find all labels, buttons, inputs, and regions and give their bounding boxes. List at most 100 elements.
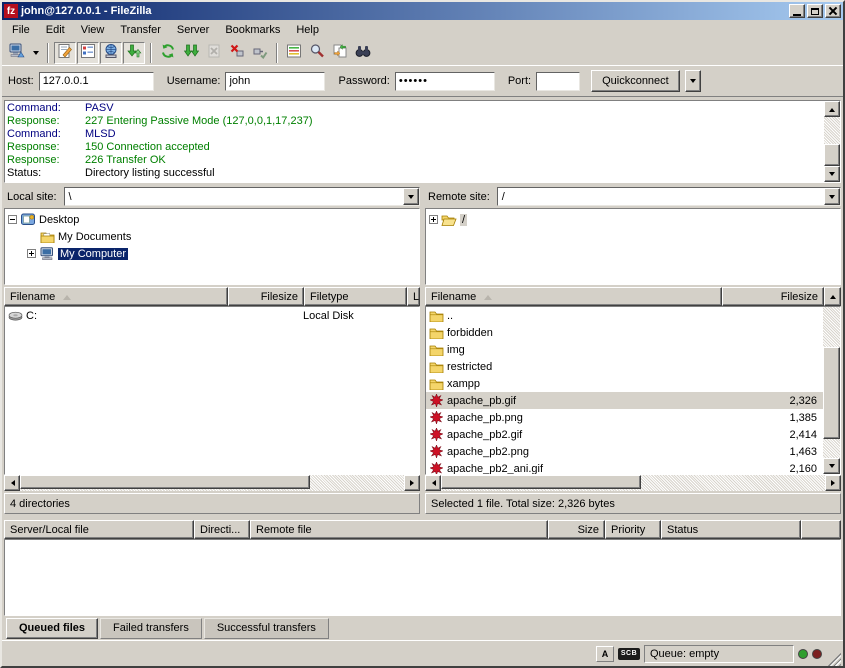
close-icon (829, 7, 837, 15)
menu-item-view[interactable]: View (73, 21, 113, 39)
scroll-down-button[interactable] (824, 166, 840, 182)
toggle-remote-tree-button[interactable] (100, 42, 122, 64)
column-header-remote-file[interactable]: Remote file (250, 520, 548, 539)
menu-item-file[interactable]: File (4, 21, 38, 39)
combo-dropdown-button[interactable] (403, 188, 419, 205)
local-site-combo[interactable]: \ (64, 187, 420, 206)
datatype-ascii-icon[interactable]: A (596, 646, 614, 662)
column-header-priority[interactable]: Priority (605, 520, 661, 539)
column-header-size[interactable]: Size (548, 520, 605, 539)
scroll-thumb[interactable] (20, 475, 310, 489)
scroll-down-button[interactable] (823, 458, 840, 474)
tab-successful-transfers[interactable]: Successful transfers (204, 618, 329, 639)
filter-button[interactable] (283, 42, 305, 64)
maximize-button[interactable] (807, 4, 823, 18)
remote-file-row[interactable]: .. (426, 307, 823, 324)
host-input[interactable] (39, 72, 154, 91)
toggle-message-log-button[interactable] (54, 42, 76, 64)
combo-dropdown-button[interactable] (824, 188, 840, 205)
tree-item-root[interactable]: / (429, 211, 840, 228)
password-input[interactable] (395, 72, 495, 91)
synchronized-browsing-button[interactable] (352, 42, 374, 64)
process-queue-icon (183, 43, 199, 62)
tree-item-desktop[interactable]: Desktop (8, 211, 419, 228)
log-vertical-scrollbar[interactable] (824, 101, 840, 182)
directory-comparison-button[interactable] (329, 42, 351, 64)
expand-icon[interactable] (429, 215, 438, 224)
tab-failed-transfers[interactable]: Failed transfers (100, 618, 202, 639)
reconnect-icon (252, 43, 268, 62)
search-button[interactable] (306, 42, 328, 64)
site-manager-button[interactable] (6, 42, 28, 64)
expand-icon[interactable] (27, 249, 36, 258)
column-header-filetype[interactable]: Filetype (304, 287, 407, 306)
column-header-filename[interactable]: Filename (425, 287, 722, 306)
port-label: Port: (508, 75, 531, 87)
reconnect-button[interactable] (249, 42, 271, 64)
tab-queued-files[interactable]: Queued files (6, 618, 98, 639)
log-line: Response:227 Entering Passive Mode (127,… (7, 115, 824, 128)
remote-file-row[interactable]: apache_pb2_ani.gif 2,160 (426, 460, 823, 474)
refresh-button[interactable] (157, 42, 179, 64)
scroll-right-button[interactable] (404, 475, 420, 491)
remote-file-row[interactable]: apache_pb2.png 1,463 (426, 443, 823, 460)
close-button[interactable] (825, 4, 841, 18)
scroll-left-button[interactable] (4, 475, 20, 491)
local-panel: Local site: \ Desktop My Documents (4, 186, 420, 514)
toggle-local-tree-button[interactable] (77, 42, 99, 64)
scroll-right-button[interactable] (825, 475, 841, 491)
column-header-status[interactable]: Status (661, 520, 801, 539)
menu-item-help[interactable]: Help (288, 21, 327, 39)
menu-item-transfer[interactable]: Transfer (112, 21, 169, 39)
remote-file-row-selected[interactable]: apache_pb.gif 2,326 (426, 392, 823, 409)
magnifier-icon (309, 43, 325, 62)
username-input[interactable] (225, 72, 325, 91)
queue-list[interactable] (4, 539, 841, 616)
column-header-lastmodified[interactable]: L (407, 287, 420, 306)
disconnect-button[interactable] (226, 42, 248, 64)
scroll-left-button[interactable] (425, 475, 441, 491)
remote-file-row[interactable]: forbidden (426, 324, 823, 341)
resize-grip[interactable] (826, 651, 841, 666)
minimize-button[interactable] (789, 4, 805, 18)
quickconnect-dropdown[interactable] (685, 70, 701, 92)
scroll-up-button[interactable] (824, 101, 840, 117)
menu-item-edit[interactable]: Edit (38, 21, 73, 39)
toolbar (2, 40, 843, 66)
port-input[interactable] (536, 72, 580, 91)
remote-file-row[interactable]: apache_pb2.gif 2,414 (426, 426, 823, 443)
local-file-row[interactable]: C: Local Disk (5, 307, 419, 324)
remote-file-row[interactable]: apache_pb.png 1,385 (426, 409, 823, 426)
scroll-thumb[interactable] (823, 347, 840, 439)
menu-item-server[interactable]: Server (169, 21, 217, 39)
local-site-value: \ (65, 191, 403, 203)
cancel-button[interactable] (203, 42, 225, 64)
image-file-icon (428, 411, 444, 424)
column-header-direction[interactable]: Directi... (194, 520, 250, 539)
column-header-server-local-file[interactable]: Server/Local file (4, 520, 194, 539)
title-bar[interactable]: fz john@127.0.0.1 - FileZilla (2, 2, 843, 20)
toggle-transfer-queue-button[interactable] (123, 42, 145, 64)
remote-site-combo[interactable]: / (497, 187, 841, 206)
remote-horizontal-scrollbar[interactable] (425, 475, 841, 491)
remote-file-row[interactable]: restricted (426, 358, 823, 375)
collapse-icon[interactable] (8, 215, 17, 224)
tree-item-my-computer[interactable]: My Computer (8, 245, 419, 262)
speedlimit-icon[interactable]: SCB (618, 648, 640, 660)
remote-file-row[interactable]: img (426, 341, 823, 358)
scroll-thumb[interactable] (824, 144, 840, 166)
remote-file-row[interactable]: xampp (426, 375, 823, 392)
column-header-filesize[interactable]: Filesize (722, 287, 824, 306)
process-queue-button[interactable] (180, 42, 202, 64)
tree-item-my-documents[interactable]: My Documents (8, 228, 419, 245)
remote-vertical-scrollbar[interactable] (823, 307, 840, 474)
site-manager-dropdown[interactable] (29, 42, 42, 64)
menu-item-bookmarks[interactable]: Bookmarks (217, 21, 288, 39)
local-horizontal-scrollbar[interactable] (4, 475, 420, 491)
scroll-thumb[interactable] (441, 475, 641, 489)
column-header-filename[interactable]: Filename (4, 287, 228, 306)
column-header-filesize[interactable]: Filesize (228, 287, 304, 306)
quickconnect-button[interactable]: Quickconnect (591, 70, 680, 92)
scroll-up-button[interactable] (824, 287, 841, 306)
sort-ascending-icon (484, 291, 492, 300)
